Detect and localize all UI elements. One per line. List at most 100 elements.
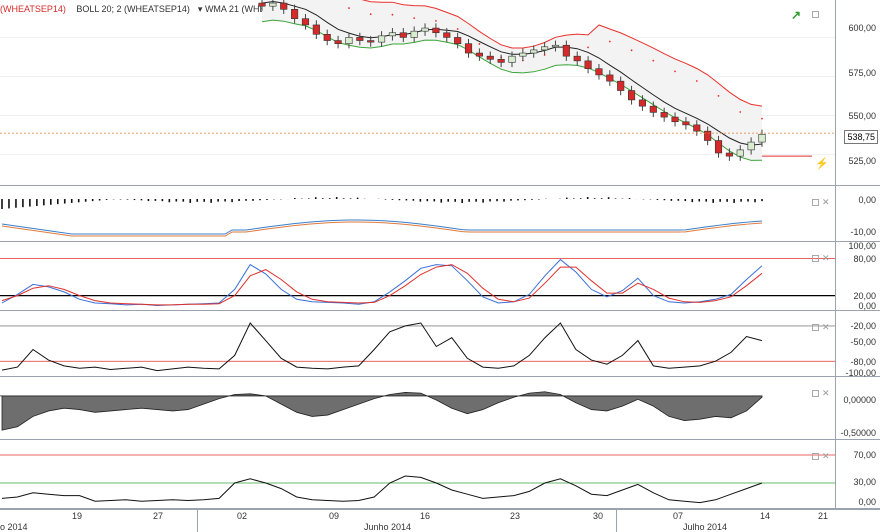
month-separator <box>616 510 617 532</box>
pane-control-icon[interactable] <box>812 255 819 262</box>
oscillator-area <box>1 391 763 431</box>
stochastic-plot <box>0 257 836 307</box>
candle-body <box>660 112 668 118</box>
oscillator-pane[interactable]: ✕ 0,00000 -0,50000 <box>0 377 880 440</box>
candle-body <box>530 49 538 54</box>
candle-body <box>628 90 636 101</box>
williams-pane[interactable]: ✕ -20,00 -50,00 -80,00 -100,00 <box>0 311 880 378</box>
oscillator-plot <box>0 391 763 431</box>
stochastic-tick: 100,00 <box>848 241 876 251</box>
macd-tick: -10,00 <box>850 227 876 237</box>
close-icon[interactable]: ✕ <box>822 389 830 398</box>
close-icon[interactable]: ✕ <box>822 452 830 461</box>
candle-body <box>508 55 516 63</box>
sar-dot <box>587 46 589 49</box>
candle-body <box>606 74 614 82</box>
rsi-tick: 30,00 <box>853 477 876 487</box>
sar-dot <box>369 13 372 16</box>
candle-body <box>301 18 310 26</box>
day-label: 02 <box>237 511 248 521</box>
price-pane[interactable]: (WHEATSEP14) BOLL 20; 2 (WHEATSEP14) ▾ WM… <box>0 0 880 186</box>
candle-body <box>551 44 560 48</box>
candle-body <box>388 32 396 37</box>
candle-body <box>584 60 592 69</box>
oscillator-tick: 0,00000 <box>843 395 876 405</box>
candle-body <box>378 35 386 43</box>
oscillator-axis: 0,00000 -0,50000 <box>835 377 880 439</box>
candle-body <box>704 130 712 141</box>
pane-control-icon[interactable] <box>812 11 819 18</box>
williams-tick: -20,00 <box>850 321 876 331</box>
day-label: 23 <box>510 511 521 521</box>
candle-body <box>714 140 723 154</box>
close-icon[interactable]: ✕ <box>822 323 830 332</box>
pane-control-icon[interactable] <box>812 390 819 397</box>
sar-dot <box>413 17 416 20</box>
day-label: 30 <box>593 511 604 521</box>
rsi-pane[interactable]: ✕ 70,00 30,00 0,00 <box>0 440 880 509</box>
rsi-line <box>1 475 763 504</box>
price-axis: 600,00 575,00 550,00 525,00 <box>835 0 880 185</box>
sar-dot <box>674 70 676 73</box>
alert-icon[interactable]: ⚡ <box>815 157 829 170</box>
date-axis: 19 27 02 09 16 23 30 07 14 21 o 2014 Jun… <box>0 509 880 532</box>
pane-control-icon[interactable] <box>812 324 819 331</box>
sar-dot <box>717 95 720 97</box>
macd-pane[interactable]: ✕ 0,00 -10,00 <box>0 186 880 242</box>
trend-up-icon[interactable]: ↗ <box>791 8 801 22</box>
sar-dot <box>652 59 655 62</box>
day-label: 07 <box>673 511 684 521</box>
candle-body <box>464 43 473 54</box>
day-label: 14 <box>760 511 771 521</box>
stochastic-axis: 100,00 80,00 20,00 0,00 <box>835 241 880 311</box>
candle-body <box>486 55 494 60</box>
sar-dot <box>630 49 633 52</box>
candle-body <box>367 40 375 43</box>
candle-body <box>541 46 549 51</box>
day-label: 19 <box>72 511 83 521</box>
sar-dot <box>695 80 698 82</box>
rsi-tick: 0,00 <box>858 497 876 507</box>
candle-body <box>693 124 701 132</box>
stochastic-tick: 0,00 <box>858 301 876 311</box>
pane-control-icon[interactable] <box>812 453 819 460</box>
day-label: 09 <box>329 511 340 521</box>
candle-body <box>736 149 744 157</box>
rsi-tick: 70,00 <box>853 450 876 460</box>
candle-body <box>682 121 690 126</box>
candle-body <box>638 99 646 107</box>
sar-dot <box>739 111 742 113</box>
pane-control-icon[interactable] <box>812 199 819 206</box>
close-icon[interactable]: ✕ <box>822 198 830 207</box>
candle-body <box>595 68 603 76</box>
williams-tick: -50,00 <box>850 337 876 347</box>
macd-plot <box>1 197 763 237</box>
sar-dot <box>761 117 763 120</box>
stochastic-pane[interactable]: ✕ 100,00 80,00 20,00 0,00 <box>0 241 880 311</box>
candle-body <box>399 32 407 38</box>
candle-body <box>649 105 657 113</box>
sar-dot <box>456 28 459 30</box>
price-plot <box>0 0 836 161</box>
last-price-label: 538,75 <box>844 130 878 144</box>
day-label: 16 <box>420 511 431 521</box>
stoch-d-line <box>1 264 763 306</box>
sar-dot <box>435 19 437 22</box>
candle-body <box>432 27 440 34</box>
rsi-axis: 70,00 30,00 0,00 <box>835 440 880 508</box>
candle-body <box>280 2 288 10</box>
oscillator-tick: -0,50000 <box>840 428 876 438</box>
sar-dot <box>391 13 394 16</box>
close-icon[interactable]: ✕ <box>822 254 830 263</box>
stochastic-tick: 80,00 <box>853 254 876 264</box>
candle-body <box>421 27 429 32</box>
candle-body <box>475 52 483 57</box>
price-tick: 575,00 <box>848 68 876 78</box>
day-label: 27 <box>153 511 164 521</box>
candle-body <box>758 133 766 143</box>
candle-body <box>345 37 353 44</box>
williams-axis: -20,00 -50,00 -80,00 -100,00 <box>835 311 880 378</box>
candle-body <box>443 32 451 38</box>
candle-body <box>356 37 364 41</box>
price-tick: 525,00 <box>848 156 876 166</box>
